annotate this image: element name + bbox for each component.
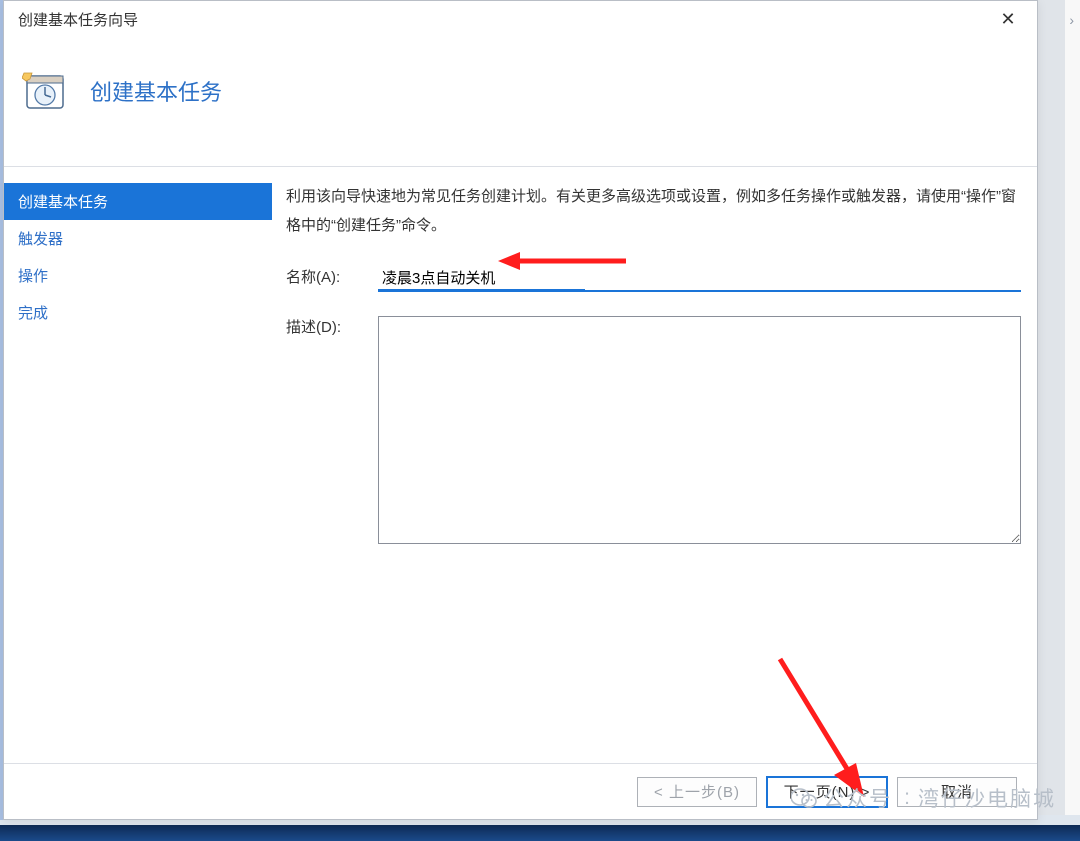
create-basic-task-wizard: 创建基本任务向导 ✕ 创建基本任务 创建基本任务 触发器 — [3, 0, 1038, 820]
intro-text: 利用该向导快速地为常见任务创建计划。有关更多高级选项或设置，例如多任务操作或触发… — [286, 183, 1021, 240]
wizard-steps: 创建基本任务 触发器 操作 完成 — [4, 177, 272, 763]
task-scheduler-icon — [22, 69, 66, 113]
step-trigger[interactable]: 触发器 — [4, 220, 272, 257]
name-field-row: 名称(A): — [286, 266, 1021, 290]
name-label: 名称(A): — [286, 266, 364, 290]
cancel-button[interactable]: 取消 — [897, 777, 1017, 807]
description-field-row: 描述(D): — [286, 316, 1021, 544]
description-label: 描述(D): — [286, 316, 364, 340]
wizard-header: 创建基本任务 — [4, 37, 1037, 167]
wizard-footer: < 上一步(B) 下一页(N) > 取消 — [4, 763, 1037, 819]
scroll-chevron-icon: › — [1069, 12, 1074, 28]
step-action[interactable]: 操作 — [4, 257, 272, 294]
annotation-arrow-to-next-button — [680, 655, 870, 805]
step-create-basic-task[interactable]: 创建基本任务 — [4, 183, 272, 220]
close-icon[interactable]: ✕ — [985, 1, 1031, 37]
wizard-content: 利用该向导快速地为常见任务创建计划。有关更多高级选项或设置，例如多任务操作或触发… — [272, 177, 1037, 763]
window-title: 创建基本任务向导 — [18, 9, 138, 30]
wizard-heading: 创建基本任务 — [90, 69, 222, 107]
step-finish[interactable]: 完成 — [4, 294, 272, 331]
description-input[interactable] — [378, 316, 1021, 544]
annotation-arrow-to-name-input — [498, 247, 628, 275]
titlebar[interactable]: 创建基本任务向导 ✕ — [4, 1, 1037, 37]
